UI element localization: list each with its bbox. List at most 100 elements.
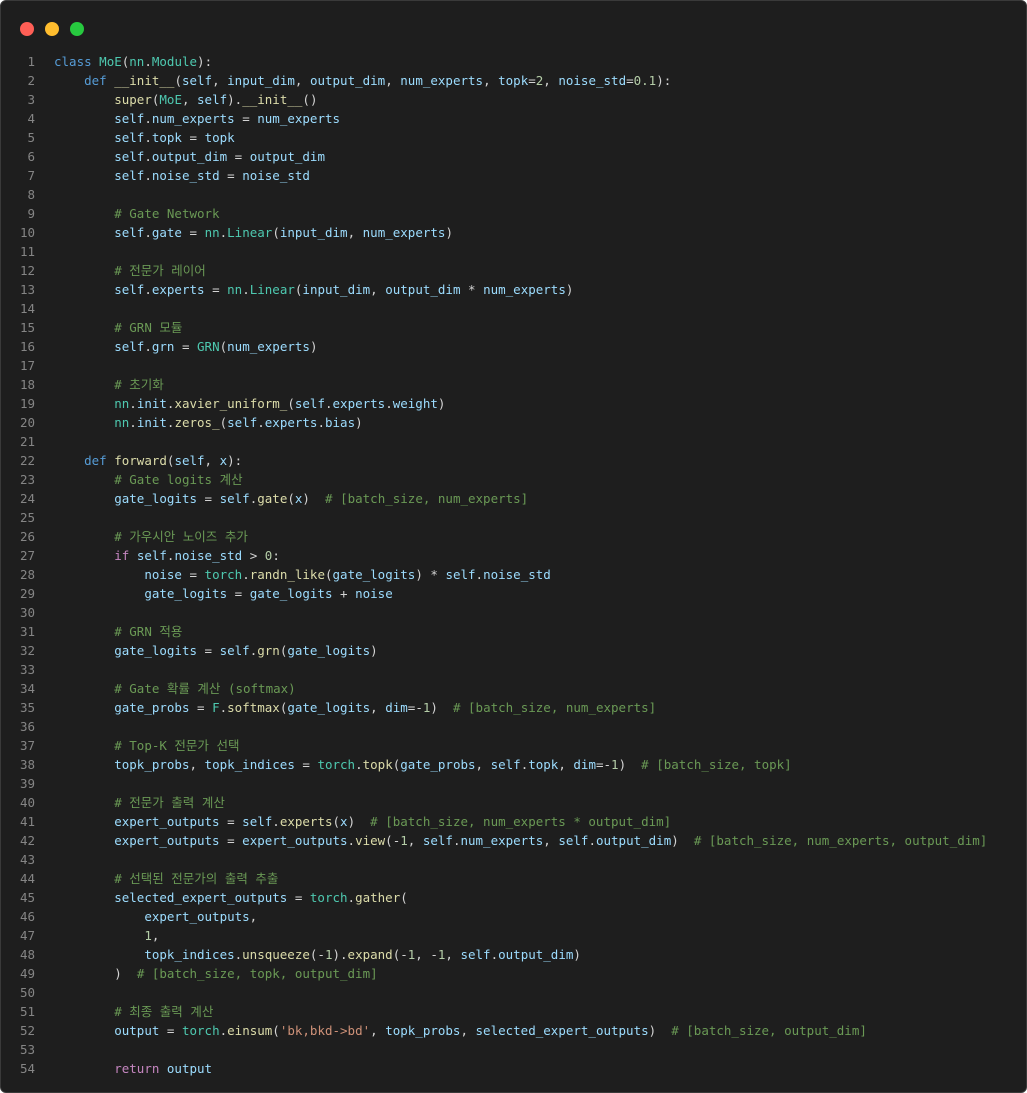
line-number: 14 xyxy=(19,301,35,316)
code-line: 16 self.grn = GRN(num_experts) xyxy=(1,337,1026,356)
line-number: 52 xyxy=(19,1023,35,1038)
code-line: 35 gate_probs = F.softmax(gate_logits, d… xyxy=(1,698,1026,717)
code-text: # Gate 확률 계산 (softmax) xyxy=(114,681,296,696)
title-bar xyxy=(1,1,1026,47)
code-text: nn.init.zeros_(self.experts.bias) xyxy=(114,415,363,430)
code-text: # Gate logits 계산 xyxy=(114,472,243,487)
code-line: 33 xyxy=(1,660,1026,679)
line-number: 22 xyxy=(19,453,35,468)
code-text: # GRN 모듈 xyxy=(114,320,183,335)
code-line: 48 topk_indices.unsqueeze(-1).expand(-1,… xyxy=(1,945,1026,964)
line-number: 47 xyxy=(19,928,35,943)
code-text: noise = torch.randn_like(gate_logits) * … xyxy=(144,567,551,582)
code-window: 1 class MoE(nn.Module): 2 def __init__(sel… xyxy=(0,0,1027,1093)
line-number: 25 xyxy=(19,510,35,525)
line-number: 34 xyxy=(19,681,35,696)
code-text: # Gate Network xyxy=(114,206,220,221)
code-line: 26 # 가우시안 노이즈 추가 xyxy=(1,527,1026,546)
code-line: 44 # 선택된 전문가의 출력 추출 xyxy=(1,869,1026,888)
code-line: 12 # 전문가 레이어 xyxy=(1,261,1026,280)
code-line: 37 # Top-K 전문가 선택 xyxy=(1,736,1026,755)
code-text: # 선택된 전문가의 출력 추출 xyxy=(114,871,279,886)
code-line: 42 expert_outputs = expert_outputs.view(… xyxy=(1,831,1026,850)
line-number: 41 xyxy=(19,814,35,829)
code-line: 38 topk_probs, topk_indices = torch.topk… xyxy=(1,755,1026,774)
code-text: gate_probs = F.softmax(gate_logits, dim=… xyxy=(114,700,657,715)
code-line: 51 # 최종 출력 계산 xyxy=(1,1002,1026,1021)
line-number: 50 xyxy=(19,985,35,1000)
line-number: 35 xyxy=(19,700,35,715)
code-text: ) # [batch_size, topk, output_dim] xyxy=(114,966,378,981)
line-number: 8 xyxy=(27,187,35,202)
code-text: self.gate = nn.Linear(input_dim, num_exp… xyxy=(114,225,453,240)
line-number: 30 xyxy=(19,605,35,620)
code-line: 52 output = torch.einsum('bk,bkd->bd', t… xyxy=(1,1021,1026,1040)
line-number: 17 xyxy=(19,358,35,373)
code-line: 29 gate_logits = gate_logits + noise xyxy=(1,584,1026,603)
line-number: 16 xyxy=(19,339,35,354)
line-number: 15 xyxy=(19,320,35,335)
code-text: nn.init.xavier_uniform_(self.experts.wei… xyxy=(114,396,446,411)
line-number: 28 xyxy=(19,567,35,582)
code-text: # 최종 출력 계산 xyxy=(114,1004,214,1019)
code-line: 41 expert_outputs = self.experts(x) # [b… xyxy=(1,812,1026,831)
line-number: 32 xyxy=(19,643,35,658)
line-number: 11 xyxy=(19,244,35,259)
line-number: 27 xyxy=(19,548,35,563)
code-text: # 초기화 xyxy=(114,377,164,392)
line-number: 44 xyxy=(19,871,35,886)
code-line: 17 xyxy=(1,356,1026,375)
code-line: 10 self.gate = nn.Linear(input_dim, num_… xyxy=(1,223,1026,242)
code-line: 20 nn.init.zeros_(self.experts.bias) xyxy=(1,413,1026,432)
code-line: 46 expert_outputs, xyxy=(1,907,1026,926)
code-text: self.noise_std = noise_std xyxy=(114,168,310,183)
line-number: 20 xyxy=(19,415,35,430)
line-number: 21 xyxy=(19,434,35,449)
line-number: 6 xyxy=(27,149,35,164)
code-line: 15 # GRN 모듈 xyxy=(1,318,1026,337)
code-line: 2 def __init__(self, input_dim, output_d… xyxy=(1,71,1026,90)
line-number: 7 xyxy=(27,168,35,183)
code-text: selected_expert_outputs = torch.gather( xyxy=(114,890,408,905)
code-text: gate_logits = self.gate(x) # [batch_size… xyxy=(114,491,529,506)
code-line: 39 xyxy=(1,774,1026,793)
code-text: self.grn = GRN(num_experts) xyxy=(114,339,318,354)
maximize-dot-icon[interactable] xyxy=(70,22,84,36)
line-number: 38 xyxy=(19,757,35,772)
line-number: 53 xyxy=(19,1042,35,1057)
code-text: 1, xyxy=(144,928,160,943)
code-line: 3 super(MoE, self).__init__() xyxy=(1,90,1026,109)
code-text: self.output_dim = output_dim xyxy=(114,149,325,164)
close-dot-icon[interactable] xyxy=(20,22,34,36)
line-number: 48 xyxy=(19,947,35,962)
line-number: 31 xyxy=(19,624,35,639)
code-text: if self.noise_std > 0: xyxy=(114,548,280,563)
code-text: # GRN 적용 xyxy=(114,624,183,639)
code-line: 13 self.experts = nn.Linear(input_dim, o… xyxy=(1,280,1026,299)
code-line: 36 xyxy=(1,717,1026,736)
line-number: 19 xyxy=(19,396,35,411)
line-number: 42 xyxy=(19,833,35,848)
code-line: 31 # GRN 적용 xyxy=(1,622,1026,641)
code-line: 40 # 전문가 출력 계산 xyxy=(1,793,1026,812)
code-line: 49 ) # [batch_size, topk, output_dim] xyxy=(1,964,1026,983)
minimize-dot-icon[interactable] xyxy=(45,22,59,36)
code-text: topk_indices.unsqueeze(-1).expand(-1, -1… xyxy=(144,947,581,962)
code-line: 45 selected_expert_outputs = torch.gathe… xyxy=(1,888,1026,907)
line-number: 10 xyxy=(19,225,35,240)
code-text: # 가우시안 노이즈 추가 xyxy=(114,529,248,544)
code-line: 19 nn.init.xavier_uniform_(self.experts.… xyxy=(1,394,1026,413)
code-text: def forward(self, x): xyxy=(84,453,243,468)
code-text: self.topk = topk xyxy=(114,130,235,145)
code-line: 14 xyxy=(1,299,1026,318)
code-line: 50 xyxy=(1,983,1026,1002)
code-text: self.experts = nn.Linear(input_dim, outp… xyxy=(114,282,574,297)
line-number: 49 xyxy=(19,966,35,981)
line-number: 54 xyxy=(19,1061,35,1076)
code-line: 21 xyxy=(1,432,1026,451)
code-line: 23 # Gate logits 계산 xyxy=(1,470,1026,489)
line-number: 43 xyxy=(19,852,35,867)
code-text: # Top-K 전문가 선택 xyxy=(114,738,240,753)
code-line: 28 noise = torch.randn_like(gate_logits)… xyxy=(1,565,1026,584)
code-line: 22 def forward(self, x): xyxy=(1,451,1026,470)
